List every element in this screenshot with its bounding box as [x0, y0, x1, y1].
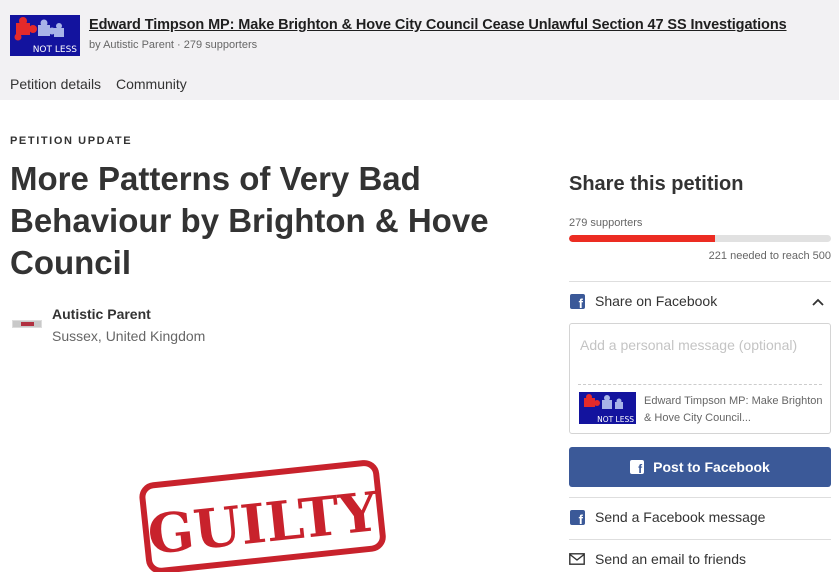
petition-meta: by Autistic Parent · 279 supporters — [89, 39, 258, 51]
petition-header: NOT LESS Edward Timpson MP: Make Brighto… — [0, 0, 839, 100]
author-avatar — [12, 320, 42, 328]
divider — [569, 539, 831, 540]
divider — [569, 497, 831, 498]
update-title: More Patterns of Very Bad Behaviour by B… — [10, 160, 489, 281]
preview-divider — [578, 384, 822, 385]
preview-title: Edward Timpson MP: Make Brighton & Hove … — [644, 395, 823, 424]
facebook-icon — [570, 510, 585, 527]
tab-petition-details[interactable]: Petition details — [10, 76, 101, 92]
send-email-link[interactable]: Send an email to friends — [595, 551, 746, 567]
author-location: Sussex, United Kingdom — [52, 328, 206, 344]
personal-message-input[interactable]: Add a personal message (optional) — [580, 337, 797, 353]
petition-title-link[interactable]: Edward Timpson MP: Make Brighton & Hove … — [89, 17, 787, 33]
preview-logo: NOT LESS — [579, 392, 636, 424]
chevron-up-icon[interactable] — [812, 297, 824, 307]
facebook-message-box[interactable]: Add a personal message (optional) NOT LE… — [569, 323, 831, 434]
petition-logo[interactable]: NOT LESS — [10, 15, 80, 56]
facebook-icon — [570, 294, 585, 311]
guilty-stamp-image: GUILTY — [139, 460, 386, 572]
mail-icon — [569, 553, 585, 565]
supporters-needed: 221 needed to reach 500 — [708, 250, 831, 262]
divider — [569, 281, 831, 282]
progress-fill — [569, 235, 716, 242]
post-to-facebook-button[interactable]: Post to Facebook — [569, 447, 831, 487]
share-on-facebook-toggle[interactable]: Share on Facebook — [595, 293, 717, 309]
supporter-progress-bar — [569, 235, 831, 242]
share-title: Share this petition — [569, 173, 744, 195]
author-name[interactable]: Autistic Parent — [52, 306, 151, 322]
tab-community[interactable]: Community — [116, 76, 187, 92]
update-kicker: PETITION UPDATE — [10, 135, 133, 147]
preview-logo-text: NOT LESS — [597, 415, 634, 424]
send-facebook-message-link[interactable]: Send a Facebook message — [595, 509, 765, 525]
logo-text: NOT LESS — [32, 45, 77, 55]
facebook-icon — [630, 460, 645, 476]
post-to-facebook-label: Post to Facebook — [653, 459, 770, 475]
supporter-count: 279 supporters — [569, 217, 643, 229]
